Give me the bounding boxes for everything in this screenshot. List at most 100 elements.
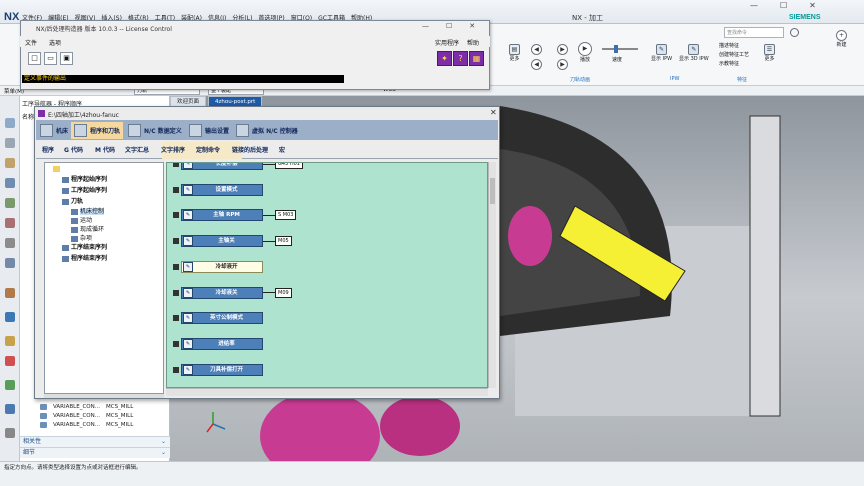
subtab-m-code[interactable]: M 代码: [95, 145, 115, 154]
open-folder-icon[interactable]: ▭: [44, 52, 57, 65]
event-canvas[interactable]: [166, 162, 488, 388]
forward-button[interactable]: ▶: [557, 59, 568, 70]
license-menu-item-1[interactable]: 选项: [49, 38, 61, 47]
close-icon[interactable]: ✕: [469, 22, 475, 30]
subtab-linked-posts[interactable]: 链接的后处理: [232, 145, 268, 154]
tool-icon[interactable]: [5, 158, 15, 168]
next-button[interactable]: ▶: [557, 44, 568, 55]
subtab-g-code[interactable]: G 代码: [64, 145, 83, 154]
block-handle-icon[interactable]: [173, 289, 179, 296]
block-handle-icon[interactable]: [173, 186, 179, 193]
show-ipw-button[interactable]: ✎ 显示 IPW: [651, 44, 672, 62]
tree-node-program-start[interactable]: 程序起始序列: [62, 174, 107, 183]
scroll-thumb[interactable]: [490, 178, 495, 204]
subtab-custom-command[interactable]: 定制命令: [196, 145, 220, 154]
event-button[interactable]: ✎ 主轴关: [181, 235, 263, 248]
event-button[interactable]: ✎ 冷却液关: [181, 286, 263, 299]
feature-command-1[interactable]: 创建特征工艺: [719, 51, 749, 58]
speed-slider[interactable]: [602, 48, 638, 50]
license-menu-item-0[interactable]: 文件: [25, 38, 37, 47]
canvas-vertical-scrollbar[interactable]: [488, 162, 496, 388]
tree-horizontal-scrollbar[interactable]: [44, 394, 164, 398]
more-button-1[interactable]: ▤ 更多: [509, 44, 520, 62]
save-icon[interactable]: ▣: [60, 52, 73, 65]
maximize-icon[interactable]: ☐: [446, 22, 452, 30]
block-handle-icon[interactable]: [173, 212, 179, 219]
feature-command-2[interactable]: 示教特征: [719, 60, 749, 67]
tree-node-operation-end[interactable]: 工序结束序列: [62, 242, 107, 251]
tree-node-operation-start[interactable]: 工序起始序列: [62, 185, 107, 194]
tab-machine[interactable]: 机床: [37, 122, 71, 139]
table-row[interactable]: VARIABLE_CON... MCS_MILL: [40, 411, 133, 420]
close-icon[interactable]: ✕: [490, 108, 497, 117]
block-handle-icon[interactable]: [173, 340, 179, 347]
event-button[interactable]: ✎ 刀具补偿打开: [181, 363, 263, 376]
minimize-icon[interactable]: —: [422, 22, 429, 30]
book-icon[interactable]: ▦: [469, 51, 484, 66]
machine-icon[interactable]: [5, 218, 15, 228]
system-icon[interactable]: [5, 428, 15, 438]
canvas-horizontal-scrollbar[interactable]: [166, 388, 488, 396]
process-icon[interactable]: [5, 380, 15, 390]
block-handle-icon[interactable]: [173, 263, 179, 270]
history-icon[interactable]: [5, 238, 15, 248]
subtab-macro[interactable]: 宏: [279, 145, 285, 154]
tree-node-machine-control[interactable]: 机床控制: [71, 206, 105, 215]
tree-node-motion[interactable]: 运动: [71, 215, 92, 224]
show-3d-ipw-button[interactable]: ✎ 显示 3D IPW: [679, 44, 709, 62]
speed-slider-handle[interactable]: [614, 45, 618, 53]
navigator-panel-0[interactable]: 相关性 ⌄: [20, 436, 170, 447]
tab-output-settings[interactable]: 输出设置: [186, 122, 232, 139]
block-handle-icon[interactable]: [173, 238, 179, 245]
play-button[interactable]: ▶ 播放: [578, 42, 592, 63]
geometry-icon[interactable]: [5, 178, 15, 188]
command-search-input[interactable]: 查找命令: [724, 27, 784, 38]
tab-virtual-nc[interactable]: 虚拟 N/C 控制器: [233, 122, 301, 139]
tab-program-toolpath[interactable]: 程序和刀轨: [71, 122, 124, 139]
palette-icon[interactable]: [5, 288, 15, 298]
tree-node-program-end[interactable]: 程序结束序列: [62, 253, 107, 262]
prev-button[interactable]: ◀: [531, 44, 542, 55]
tab-nc-data[interactable]: N/C 数据定义: [125, 122, 185, 139]
roles-icon[interactable]: [5, 312, 15, 322]
tree-node-canned-cycle[interactable]: 现成循环: [71, 224, 104, 233]
utility-icon-1[interactable]: ✦: [437, 51, 452, 66]
maximize-icon[interactable]: ☐: [780, 1, 787, 10]
minimize-icon[interactable]: —: [750, 1, 758, 10]
part-icon[interactable]: [5, 138, 15, 148]
tree-node-misc[interactable]: 杂项: [71, 233, 92, 242]
event-button[interactable]: ✎ 冷却液开: [181, 260, 263, 273]
close-icon[interactable]: ✕: [809, 1, 816, 10]
license-right-menu-item-1[interactable]: 帮助: [467, 38, 479, 47]
clock-icon[interactable]: [5, 336, 15, 346]
more-button-2[interactable]: ☰ 更多: [764, 44, 775, 62]
feature-command-0[interactable]: 描述特征: [719, 42, 749, 49]
license-right-menu-item-0[interactable]: 实用程序: [435, 38, 459, 47]
chart-resource-icon[interactable]: [5, 356, 15, 366]
tree-node-toolpath[interactable]: 刀轨: [62, 196, 83, 205]
nc-code-box[interactable]: M09: [275, 287, 292, 298]
navigator-icon[interactable]: [5, 118, 15, 128]
help-icon[interactable]: ?: [453, 51, 468, 66]
event-button[interactable]: ✎ 设置模式: [181, 183, 263, 196]
method-icon[interactable]: [5, 198, 15, 208]
event-button[interactable]: ✎ 主轴 RPM: [181, 209, 263, 222]
web-icon[interactable]: [5, 258, 15, 268]
nc-code-box[interactable]: M05: [275, 236, 292, 247]
table-row[interactable]: VARIABLE_CON... MCS_MILL: [40, 402, 133, 411]
table-row[interactable]: VARIABLE_CON... MCS_MILL: [40, 420, 133, 429]
new-file-icon[interactable]: □: [28, 52, 41, 65]
event-button[interactable]: ✎ 英寸公制模式: [181, 312, 263, 325]
event-button[interactable]: ✎ 进给率: [181, 337, 263, 350]
search-icon[interactable]: [790, 28, 799, 37]
block-handle-icon[interactable]: [173, 366, 179, 373]
new-button[interactable]: + 新建: [836, 30, 847, 48]
assembly-icon[interactable]: [5, 404, 15, 414]
subtab-word-summary[interactable]: 文字汇总: [125, 145, 149, 154]
subtab-program[interactable]: 程序: [42, 145, 54, 154]
navigator-panel-1[interactable]: 细节 ⌄: [20, 447, 170, 458]
rewind-button[interactable]: ◀: [531, 59, 542, 70]
subtab-word-sequence[interactable]: 文字排序: [161, 145, 185, 154]
block-handle-icon[interactable]: [173, 315, 179, 322]
nc-code-box[interactable]: S M03: [275, 210, 297, 221]
